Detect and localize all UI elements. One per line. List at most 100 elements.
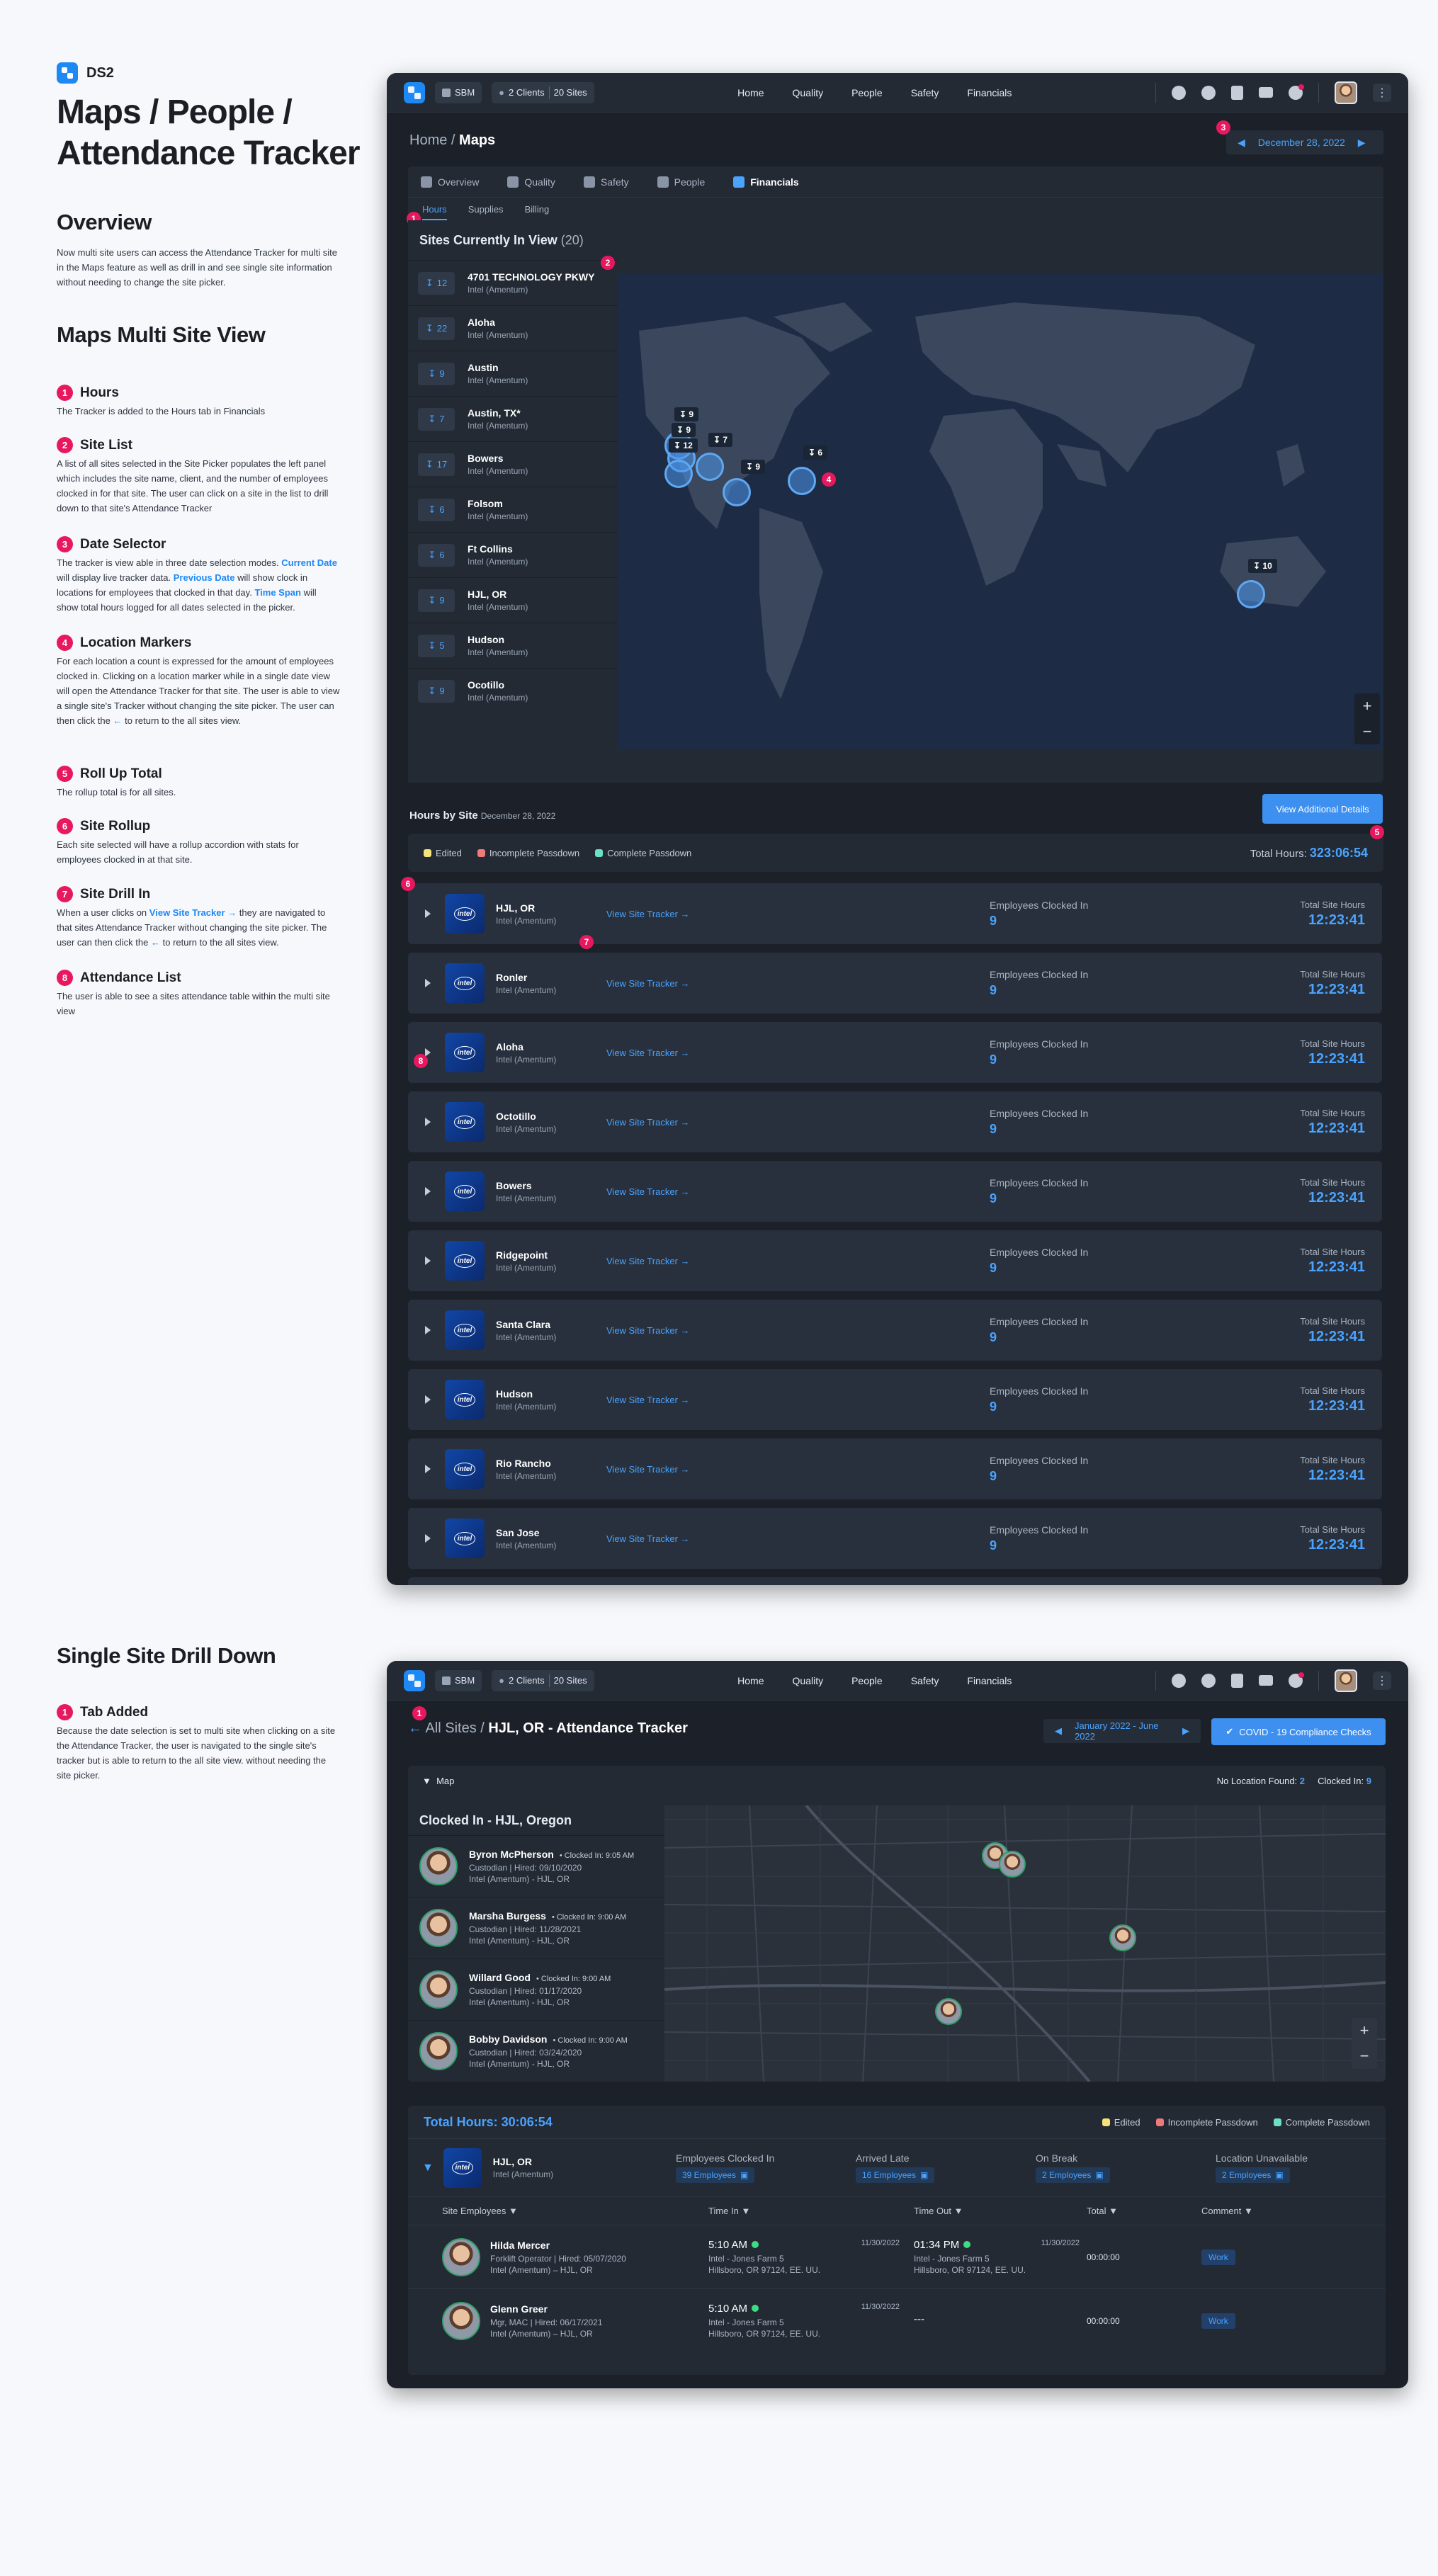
zoom-in-button[interactable]: +	[1352, 2018, 1377, 2043]
employee-count-pill[interactable]: 2 Employees ▣	[1036, 2167, 1110, 2183]
add-icon[interactable]	[1201, 85, 1216, 100]
site-list-item[interactable]: ↧ 9 Ocotillo Intel (Amentum)	[408, 668, 618, 713]
col-total[interactable]: Total ▼	[1087, 2206, 1201, 2216]
site-list-item[interactable]: ↧ 7 Austin, TX* Intel (Amentum)	[408, 396, 618, 441]
date-selector[interactable]: ◀ December 28, 2022 ▶	[1226, 130, 1383, 154]
site-list-item[interactable]: ↧ 12 4701 TECHNOLOGY PKWY Intel (Amentum)	[408, 260, 618, 305]
app-logo-icon[interactable]	[404, 1669, 425, 1691]
more-menu-icon[interactable]: ⋮	[1372, 83, 1391, 102]
more-menu-icon[interactable]: ⋮	[1372, 1671, 1391, 1690]
clocked-in-person[interactable]: Byron McPherson • Clocked In: 9:05 AM Cus…	[408, 1835, 664, 1897]
next-date-icon[interactable]: ▶	[1358, 137, 1366, 149]
clocked-in-person[interactable]: Willard Good • Clocked In: 9:00 AM Custod…	[408, 1958, 664, 2020]
site-list-item[interactable]: ↧ 9 Austin Intel (Amentum)	[408, 351, 618, 396]
clock-icon[interactable]	[1171, 1673, 1186, 1688]
mail-icon[interactable]	[1258, 87, 1273, 98]
view-additional-details-button[interactable]: View Additional Details	[1262, 794, 1383, 824]
col-time-out[interactable]: Time Out ▼	[914, 2206, 1087, 2216]
zoom-in-button[interactable]: +	[1354, 693, 1380, 719]
nav-home[interactable]: Home	[737, 1675, 764, 1686]
table-row[interactable]: Glenn Greer Mgr, MAC | Hired: 06/17/2021 I…	[408, 2288, 1386, 2352]
site-rollup-row[interactable]: intel Aloha Intel (Amentum) View Site Tra…	[408, 1022, 1382, 1083]
employee-count-pill[interactable]: 2 Employees ▣	[1216, 2167, 1290, 2183]
prev-date-icon[interactable]: ◀	[1238, 137, 1245, 149]
site-list-item[interactable]: ↧ 9 HJL, OR Intel (Amentum)	[408, 577, 618, 623]
site-summary-row[interactable]: ▼ intel HJL, OR Intel (Amentum) Employees…	[408, 2138, 1386, 2196]
view-site-tracker-link[interactable]: View Site Tracker →	[606, 1533, 690, 1544]
expand-chevron-icon[interactable]	[425, 1534, 431, 1543]
tab-financials[interactable]: Financials	[733, 176, 799, 188]
world-map[interactable]: ↧ 9 ↧ 9 ↧ 12 ↧ 7 ↧ 9 ↧ 6 ↧ 10 4 + −	[618, 274, 1383, 750]
clipboard-icon[interactable]	[1230, 1673, 1243, 1688]
view-site-tracker-link[interactable]: View Site Tracker →	[606, 1048, 690, 1058]
site-rollup-row[interactable]: intel San Jose Intel (Amentum) View Site …	[408, 1508, 1382, 1569]
company-picker[interactable]: SBM	[435, 1669, 482, 1691]
view-site-tracker-link[interactable]: View Site Tracker →	[606, 1256, 690, 1266]
employee-count-pill[interactable]: 39 Employees ▣	[676, 2167, 755, 2183]
map-avatar-marker[interactable]	[999, 1851, 1026, 1878]
mail-icon[interactable]	[1258, 1675, 1273, 1686]
site-picker[interactable]: ● 2 Clients 20 Sites	[492, 1669, 594, 1691]
map-avatar-marker[interactable]	[1109, 1924, 1136, 1951]
next-date-icon[interactable]: ▶	[1182, 1725, 1189, 1737]
site-rollup-row[interactable]: intel Ronler Consumables*Intel (Amentum)…	[408, 1577, 1382, 1585]
nav-financials[interactable]: Financials	[967, 87, 1012, 98]
user-avatar[interactable]	[1334, 1669, 1357, 1692]
view-site-tracker-link[interactable]: View Site Tracker →	[606, 978, 690, 989]
clipboard-icon[interactable]	[1230, 85, 1243, 100]
nav-quality[interactable]: Quality	[793, 1675, 824, 1686]
tab-supplies[interactable]: Supplies	[468, 204, 504, 215]
prev-date-icon[interactable]: ◀	[1055, 1725, 1062, 1737]
site-rollup-row[interactable]: intel Hudson Intel (Amentum) View Site Tr…	[408, 1369, 1382, 1430]
expand-chevron-icon[interactable]	[425, 1187, 431, 1196]
location-marker[interactable]	[1237, 580, 1265, 608]
comment-pill[interactable]: Work	[1201, 2249, 1235, 2265]
bell-icon[interactable]	[1288, 1672, 1304, 1688]
site-rollup-row[interactable]: intel Ronler Intel (Amentum) View Site Tr…	[408, 953, 1382, 1014]
tab-people[interactable]: People	[657, 176, 705, 188]
site-list-item[interactable]: ↧ 6 Ft Collins Intel (Amentum)	[408, 532, 618, 577]
expand-chevron-icon[interactable]	[425, 1465, 431, 1473]
site-rollup-row[interactable]: intel HJL, OR Intel (Amentum) View Site T…	[408, 883, 1382, 944]
covid-compliance-button[interactable]: ✔ COVID - 19 Compliance Checks	[1211, 1718, 1386, 1745]
clocked-in-person[interactable]: Bobby Davidson • Clocked In: 9:00 AM Cust…	[408, 2020, 664, 2082]
site-rollup-row[interactable]: intel Ridgepoint Intel (Amentum) View Sit…	[408, 1230, 1382, 1291]
collapse-chevron-icon[interactable]: ▼	[422, 2162, 434, 2174]
site-rollup-row[interactable]: intel Octotillo Intel (Amentum) View Site…	[408, 1091, 1382, 1152]
clock-icon[interactable]	[1171, 85, 1186, 100]
nav-safety[interactable]: Safety	[911, 87, 939, 98]
site-list-item[interactable]: ↧ 6 Folsom Intel (Amentum)	[408, 487, 618, 532]
col-time-in[interactable]: Time In ▼	[708, 2206, 914, 2216]
expand-chevron-icon[interactable]	[425, 979, 431, 987]
location-marker[interactable]	[788, 467, 816, 495]
table-row[interactable]: Hilda Mercer Forklift Operator | Hired: 0…	[408, 2225, 1386, 2288]
clocked-in-person[interactable]: Marsha Burgess • Clocked In: 9:00 AM Cust…	[408, 1897, 664, 1958]
site-rollup-row[interactable]: intel Rio Rancho Intel (Amentum) View Sit…	[408, 1439, 1382, 1499]
site-list-item[interactable]: ↧ 17 Bowers Intel (Amentum)	[408, 441, 618, 487]
breadcrumb-home[interactable]: Home /	[409, 132, 455, 148]
add-icon[interactable]	[1201, 1673, 1216, 1688]
zoom-out-button[interactable]: −	[1352, 2043, 1377, 2069]
tab-billing[interactable]: Billing	[525, 204, 550, 215]
site-map[interactable]: + −	[664, 1805, 1386, 2082]
site-list-item[interactable]: ↧ 5 Hudson Intel (Amentum)	[408, 623, 618, 668]
expand-chevron-icon[interactable]	[425, 1256, 431, 1265]
nav-home[interactable]: Home	[737, 87, 764, 98]
zoom-out-button[interactable]: −	[1354, 719, 1380, 744]
back-arrow-icon[interactable]: ←	[408, 1720, 422, 1736]
comment-pill[interactable]: Work	[1201, 2313, 1235, 2329]
tab-overview[interactable]: Overview	[421, 176, 479, 188]
user-avatar[interactable]	[1334, 81, 1357, 104]
location-marker[interactable]	[664, 460, 693, 488]
nav-quality[interactable]: Quality	[793, 87, 824, 98]
bell-icon[interactable]	[1288, 84, 1304, 100]
employee-count-pill[interactable]: 16 Employees ▣	[856, 2167, 935, 2183]
view-site-tracker-link[interactable]: View Site Tracker →	[606, 909, 690, 919]
view-site-tracker-link[interactable]: View Site Tracker →	[606, 1464, 690, 1475]
view-site-tracker-link[interactable]: View Site Tracker →	[606, 1395, 690, 1405]
map-avatar-marker[interactable]	[935, 1998, 962, 2025]
expand-chevron-icon[interactable]	[425, 909, 431, 918]
tab-quality[interactable]: Quality	[507, 176, 555, 188]
col-site-employees[interactable]: Site Employees ▼	[408, 2206, 708, 2216]
location-marker[interactable]	[696, 453, 724, 481]
